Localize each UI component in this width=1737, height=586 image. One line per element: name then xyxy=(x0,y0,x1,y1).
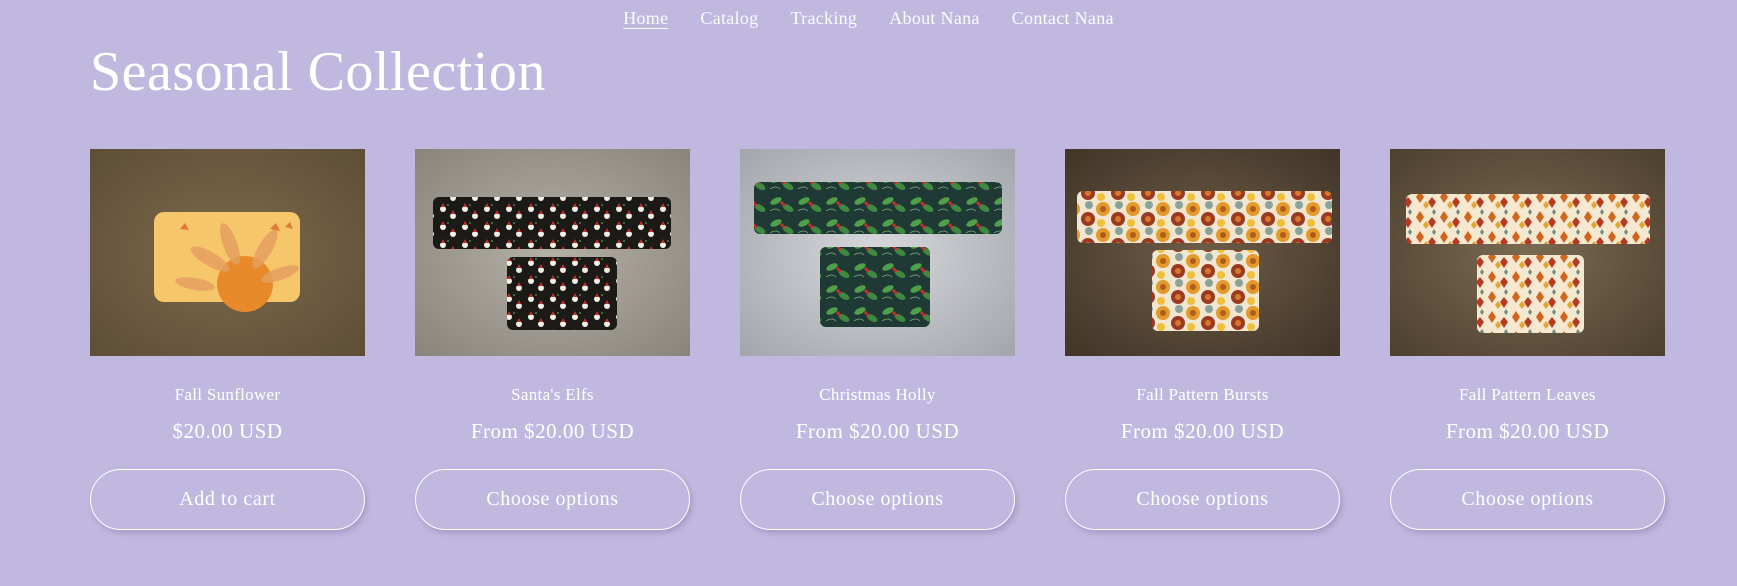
main-nav: Home Catalog Tracking About Nana Contact… xyxy=(0,8,1737,29)
nav-tracking-link[interactable]: Tracking xyxy=(790,8,857,29)
product-card: Santa's Elfs From $20.00 USD Choose opti… xyxy=(415,149,690,530)
nav-home-link[interactable]: Home xyxy=(623,8,668,29)
nav-about-link[interactable]: About Nana xyxy=(889,8,979,29)
product-name[interactable]: Fall Pattern Leaves xyxy=(1459,385,1596,405)
choose-options-button[interactable]: Choose options xyxy=(740,469,1015,530)
choose-options-button[interactable]: Choose options xyxy=(1065,469,1340,530)
product-name[interactable]: Santa's Elfs xyxy=(511,385,594,405)
product-grid: Fall Sunflower $20.00 USD Add to cart Sa… xyxy=(90,149,1665,530)
product-image[interactable] xyxy=(1390,149,1665,356)
product-card: Fall Pattern Bursts From $20.00 USD Choo… xyxy=(1065,149,1340,530)
product-card: Christmas Holly From $20.00 USD Choose o… xyxy=(740,149,1015,530)
product-card: Fall Pattern Leaves From $20.00 USD Choo… xyxy=(1390,149,1665,530)
add-to-cart-button[interactable]: Add to cart xyxy=(90,469,365,530)
product-price: From $20.00 USD xyxy=(795,419,960,443)
product-name[interactable]: Christmas Holly xyxy=(819,385,935,405)
product-price: From $20.00 USD xyxy=(1120,419,1285,443)
product-name[interactable]: Fall Sunflower xyxy=(175,385,281,405)
product-image[interactable] xyxy=(1065,149,1340,356)
product-price: From $20.00 USD xyxy=(1445,419,1610,443)
product-name[interactable]: Fall Pattern Bursts xyxy=(1136,385,1268,405)
choose-options-button[interactable]: Choose options xyxy=(415,469,690,530)
product-price: $20.00 USD xyxy=(172,419,283,443)
product-image[interactable] xyxy=(90,149,365,356)
product-card: Fall Sunflower $20.00 USD Add to cart xyxy=(90,149,365,530)
nav-catalog-link[interactable]: Catalog xyxy=(700,8,758,29)
choose-options-button[interactable]: Choose options xyxy=(1390,469,1665,530)
product-price: From $20.00 USD xyxy=(470,419,635,443)
product-image[interactable] xyxy=(740,149,1015,356)
collection-title: Seasonal Collection xyxy=(90,41,546,103)
nav-contact-link[interactable]: Contact Nana xyxy=(1012,8,1114,29)
product-image[interactable] xyxy=(415,149,690,356)
